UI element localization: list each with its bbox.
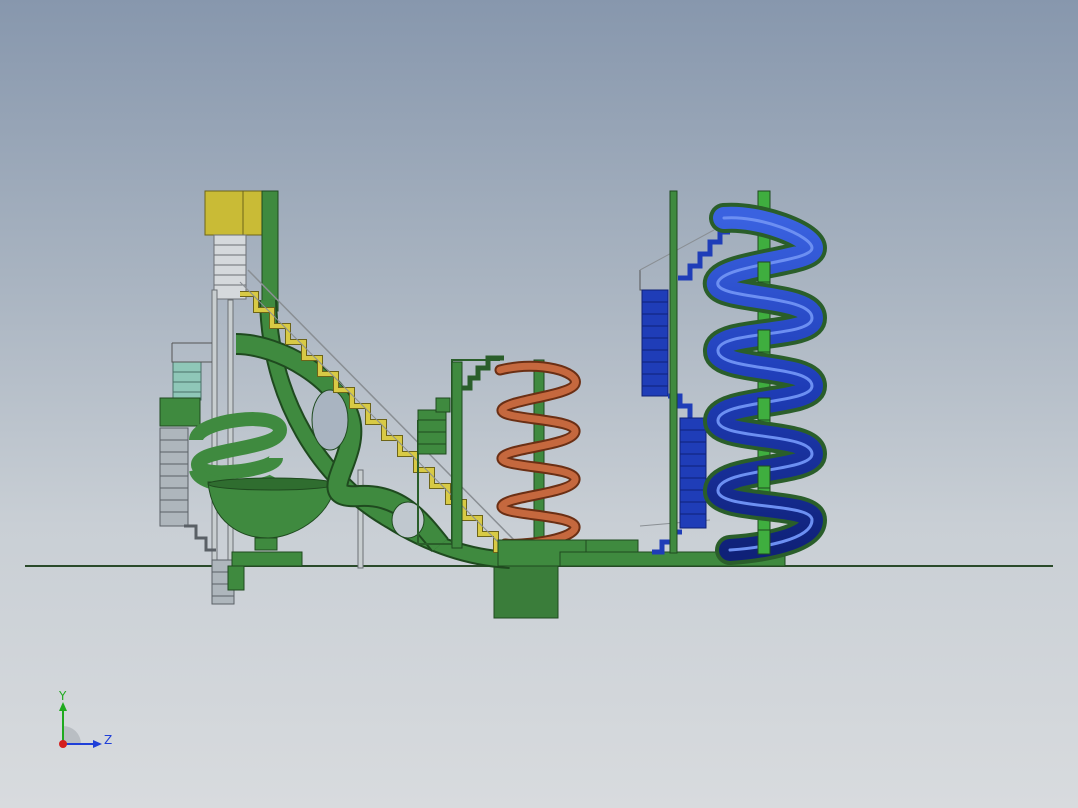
z-axis-label: Z: [104, 733, 113, 747]
axis-triad-icon: [59, 702, 102, 748]
coordinate-triad: Y Z: [44, 684, 124, 764]
left-tower: [159, 190, 517, 605]
y-axis-label: Y: [59, 689, 67, 703]
middle-tower: [417, 355, 786, 567]
right-tower: [639, 190, 828, 565]
waterpark-model-view[interactable]: [0, 0, 1078, 808]
cad-viewport[interactable]: Y Z: [0, 0, 1078, 808]
pool-block: [493, 565, 559, 619]
